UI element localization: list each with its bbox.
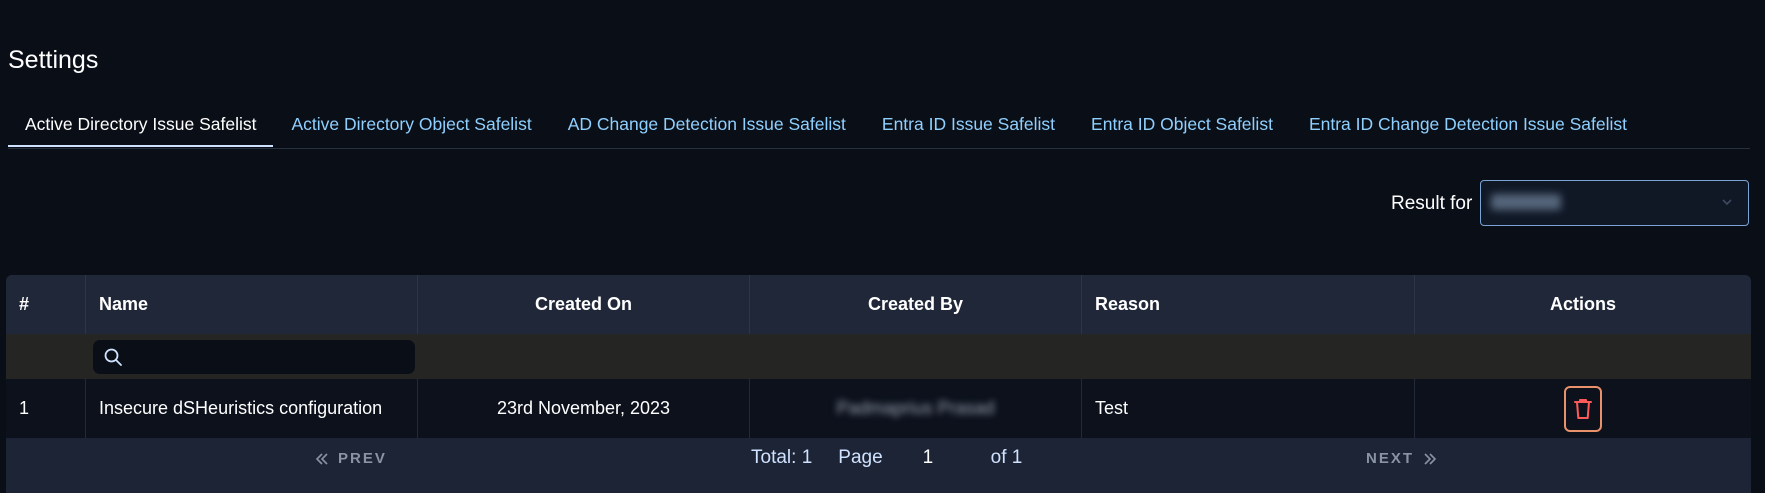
table-header-row: # Name Created On Created By Reason Acti… xyxy=(6,275,1751,334)
search-icon xyxy=(104,348,122,366)
pagination-bar: PREV Total: 1 Page 1 of 1 NEXT xyxy=(6,438,1751,493)
column-header-actions: Actions xyxy=(1549,294,1616,314)
prev-page-button[interactable]: PREV xyxy=(314,450,387,467)
tab-entra-id-issue-safelist[interactable]: Entra ID Issue Safelist xyxy=(864,106,1073,147)
page-of-total: of 1 xyxy=(990,447,1023,468)
name-search-input[interactable] xyxy=(129,340,413,376)
page-number-input[interactable]: 1 xyxy=(923,447,971,469)
delete-button[interactable] xyxy=(1564,385,1602,432)
pagination-info: Total: 1 Page 1 of 1 xyxy=(751,447,1022,469)
settings-tabs: Active Directory Issue Safelist Active D… xyxy=(8,106,1750,149)
column-header-created-on[interactable]: Created On xyxy=(418,275,750,334)
safelist-table: # Name Created On Created By Reason Acti… xyxy=(6,275,1751,493)
page-label: Page xyxy=(838,447,883,468)
tab-active-directory-object-safelist[interactable]: Active Directory Object Safelist xyxy=(273,106,549,147)
result-for-select[interactable] xyxy=(1480,180,1749,226)
row-actions xyxy=(1415,379,1751,438)
row-name: Insecure dSHeuristics configuration xyxy=(86,379,418,438)
column-header-reason[interactable]: Reason xyxy=(1082,275,1415,334)
table-row: 1 Insecure dSHeuristics configuration 23… xyxy=(6,379,1751,438)
row-created-by: Padmaprius Prasad xyxy=(750,379,1082,438)
row-reason: Test xyxy=(1082,379,1415,438)
double-chevron-right-icon xyxy=(1424,452,1437,465)
chevron-down-icon xyxy=(1722,199,1732,206)
page-title: Settings xyxy=(8,46,99,74)
next-page-button[interactable]: NEXT xyxy=(1366,450,1438,467)
column-header-name[interactable]: Name xyxy=(86,275,418,334)
double-chevron-left-icon xyxy=(315,452,328,465)
created-by-blurred-name: Padmaprius Prasad xyxy=(836,398,995,418)
total-count: Total: 1 xyxy=(751,447,813,468)
column-header-index[interactable]: # xyxy=(6,275,86,334)
name-search-box[interactable] xyxy=(93,340,415,376)
settings-page: Settings Active Directory Issue Safelist… xyxy=(0,0,1765,493)
trash-icon xyxy=(1574,398,1592,419)
tab-active-directory-issue-safelist[interactable]: Active Directory Issue Safelist xyxy=(8,106,274,147)
column-header-created-by[interactable]: Created By xyxy=(750,275,1082,334)
tab-ad-change-detection-issue-safelist[interactable]: AD Change Detection Issue Safelist xyxy=(550,106,864,147)
prev-page-label: PREV xyxy=(338,450,387,467)
tab-entra-id-object-safelist[interactable]: Entra ID Object Safelist xyxy=(1073,106,1291,147)
tab-entra-id-change-detection-issue-safelist[interactable]: Entra ID Change Detection Issue Safelist xyxy=(1291,106,1645,147)
result-for-selected-value-blurred xyxy=(1491,194,1561,210)
row-created-on: 23rd November, 2023 xyxy=(418,379,750,438)
result-for-label: Result for xyxy=(1391,193,1473,214)
next-page-label: NEXT xyxy=(1366,450,1415,467)
row-index: 1 xyxy=(6,379,86,438)
